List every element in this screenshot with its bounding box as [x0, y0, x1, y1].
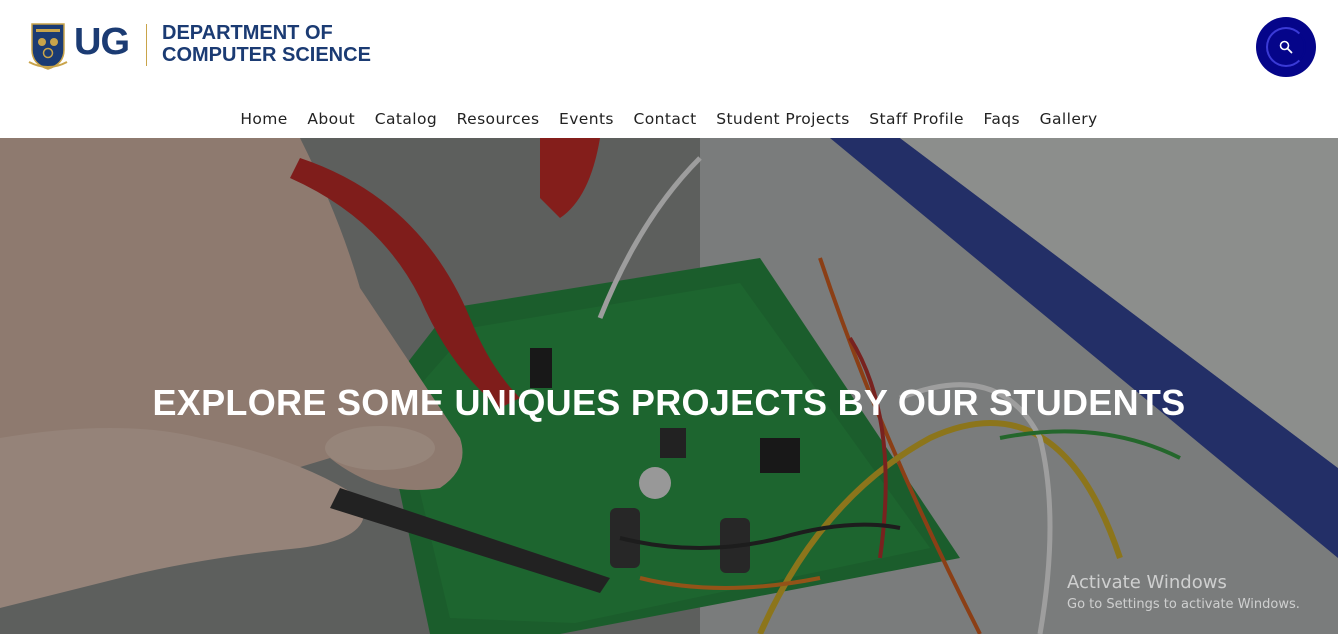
ug-wordmark: UG [74, 21, 130, 63]
search-button[interactable] [1256, 17, 1316, 77]
nav-faqs[interactable]: Faqs [984, 106, 1021, 132]
nav-resources[interactable]: Resources [457, 106, 540, 132]
logo-divider [146, 24, 147, 66]
hero-title: EXPLORE SOME UNIQUES PROJECTS BY OUR STU… [152, 382, 1186, 423]
department-name-line2: COMPUTER SCIENCE [162, 44, 371, 66]
nav-contact[interactable]: Contact [634, 106, 697, 132]
activate-windows-subtitle: Go to Settings to activate Windows. [1067, 597, 1300, 612]
department-name-line1: DEPARTMENT OF [162, 22, 333, 44]
nav-staff-profile[interactable]: Staff Profile [869, 106, 964, 132]
nav-home[interactable]: Home [240, 106, 287, 132]
nav-gallery[interactable]: Gallery [1040, 106, 1098, 132]
nav-catalog[interactable]: Catalog [375, 106, 437, 132]
department-logo[interactable]: UG DEPARTMENT OF COMPUTER SCIENCE [28, 20, 388, 72]
nav-events[interactable]: Events [559, 106, 614, 132]
main-nav: Home About Catalog Resources Events Cont… [0, 106, 1338, 132]
ug-crest-icon [28, 23, 68, 70]
search-icon [1279, 40, 1293, 54]
activate-windows-watermark: Activate Windows Go to Settings to activ… [1067, 572, 1300, 612]
nav-student-projects[interactable]: Student Projects [716, 106, 849, 132]
nav-about[interactable]: About [307, 106, 355, 132]
hero-banner: EXPLORE SOME UNIQUES PROJECTS BY OUR STU… [0, 138, 1338, 634]
activate-windows-title: Activate Windows [1067, 572, 1227, 593]
site-header: UG DEPARTMENT OF COMPUTER SCIENCE Home A… [0, 0, 1338, 138]
